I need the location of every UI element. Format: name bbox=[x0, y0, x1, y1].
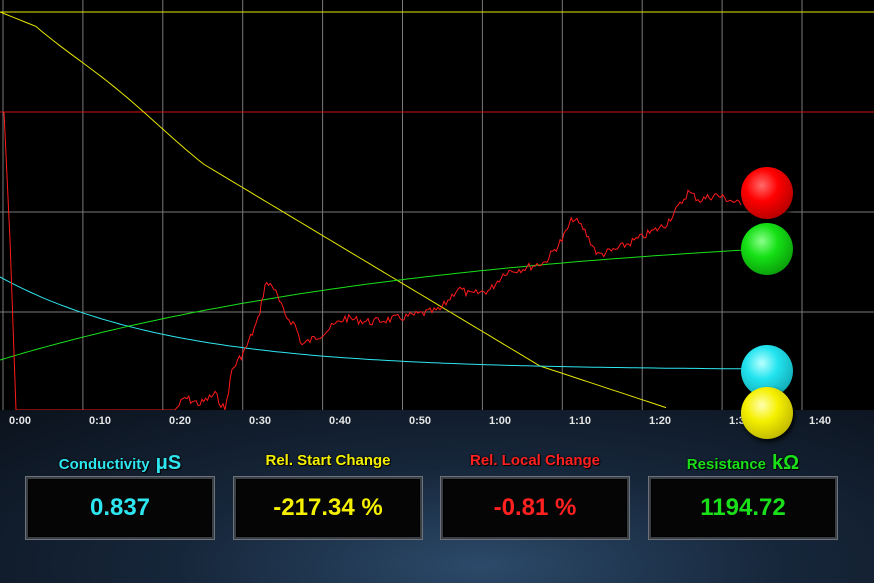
resistance-label: Resistance bbox=[686, 456, 767, 473]
rel-local-title: Rel. Local Change bbox=[441, 452, 629, 476]
rel-local-value: -0.81 % bbox=[493, 494, 577, 521]
x-tick-label: 0:20 bbox=[168, 415, 192, 427]
conductivity-title: Conductivity μS bbox=[26, 452, 214, 476]
conductivity-unit: μS bbox=[155, 452, 182, 474]
green-trace bbox=[0, 249, 745, 361]
x-tick-label: 0:10 bbox=[88, 415, 112, 427]
conductivity-value-box: 0.837 bbox=[26, 477, 214, 539]
resistance-title: Resistance kΩ bbox=[649, 452, 837, 476]
x-tick-label: 1:00 bbox=[488, 415, 512, 427]
x-tick-label: 1:40 bbox=[808, 415, 832, 427]
rel-local-value-box: -0.81 % bbox=[441, 477, 629, 539]
cyan-trace bbox=[0, 276, 744, 370]
chart-plot bbox=[0, 0, 874, 410]
resistance-value-box: 1194.72 bbox=[649, 477, 837, 539]
rel-start-label: Rel. Start Change bbox=[265, 452, 391, 469]
rel-start-value-box: -217.34 % bbox=[234, 477, 422, 539]
conductivity-value: 0.837 bbox=[89, 494, 151, 521]
yellow-trace bbox=[0, 11, 667, 409]
x-tick-label: 0:00 bbox=[8, 415, 32, 427]
rel-start-value: -217.34 % bbox=[273, 494, 383, 521]
red-trace bbox=[3, 111, 742, 410]
red-indicator-button[interactable] bbox=[741, 167, 793, 219]
x-tick-label: 0:50 bbox=[408, 415, 432, 427]
x-tick-label: 0:40 bbox=[328, 415, 352, 427]
yellow-indicator-button[interactable] bbox=[741, 387, 793, 439]
rel-local-label: Rel. Local Change bbox=[469, 452, 601, 469]
x-tick-label: 1:10 bbox=[568, 415, 592, 427]
x-tick-label: 0:30 bbox=[248, 415, 272, 427]
rel-start-title: Rel. Start Change bbox=[234, 452, 422, 476]
resistance-value: 1194.72 bbox=[700, 494, 786, 521]
conductivity-label: Conductivity bbox=[58, 456, 150, 473]
green-indicator-button[interactable] bbox=[741, 223, 793, 275]
x-tick-label: 1:20 bbox=[648, 415, 672, 427]
live-chart bbox=[0, 0, 874, 410]
resistance-unit: kΩ bbox=[772, 452, 800, 474]
